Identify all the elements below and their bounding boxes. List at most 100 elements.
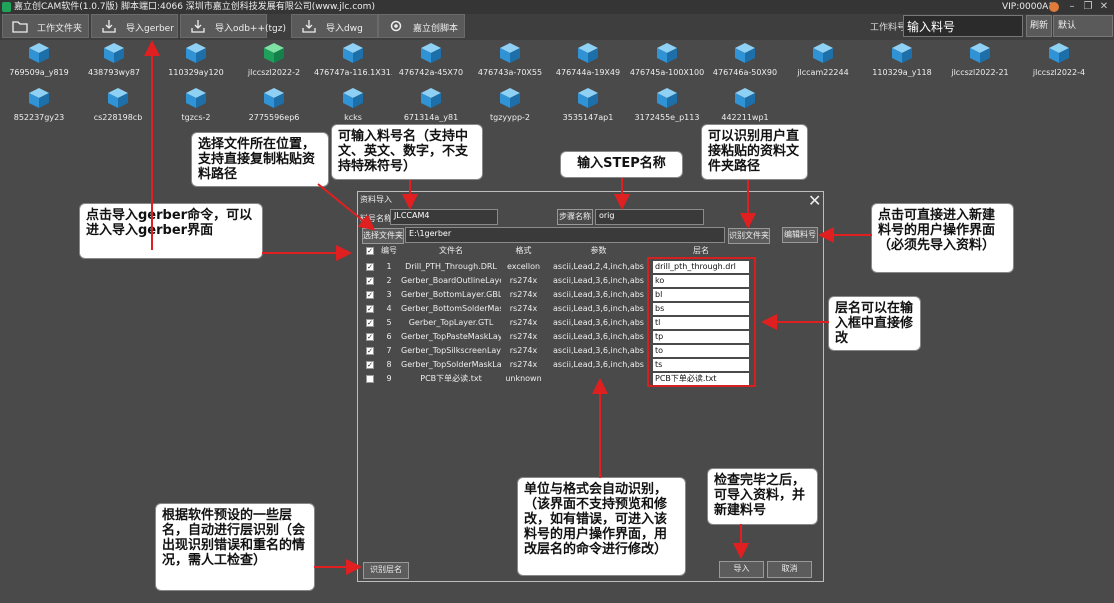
title-bar: 嘉立创CAM软件(1.0.7版) 脚本端口:4066 深圳市嘉立创科技发展有限公…: [0, 0, 1114, 14]
job-folder-item[interactable]: 852237gy23: [0, 87, 78, 127]
layer-name-highlight: [647, 257, 756, 387]
job-folder-item[interactable]: 476743a-70X55: [471, 42, 549, 82]
job-folder-name: kcks: [344, 113, 362, 122]
row-checkbox[interactable]: ✓: [363, 302, 377, 316]
job-folder-name: 110329ay120: [168, 68, 224, 77]
row-format: rs274x: [509, 276, 538, 285]
job-folder-item[interactable]: 476747a-116.1X31...: [314, 42, 392, 82]
job-folder-item[interactable]: 3172455e_p113: [628, 87, 706, 127]
job-folder-item[interactable]: jlccszl2022-2: [235, 42, 313, 82]
folder-icon: [12, 21, 28, 33]
job-input[interactable]: 输入料号: [903, 15, 1023, 37]
row-checkbox[interactable]: ✓: [363, 316, 377, 330]
job-folder-item[interactable]: 438793wy87: [75, 42, 153, 82]
header-params: 参数: [590, 246, 607, 255]
avatar[interactable]: [1049, 2, 1059, 12]
job-cube-icon: [657, 43, 677, 63]
job-folder-item[interactable]: 110329a_y118: [863, 42, 941, 82]
close-icon[interactable]: ✕: [808, 191, 821, 210]
job-folder-item[interactable]: jlccszl2022-21: [941, 42, 1019, 82]
path-input[interactable]: E:\1gerber: [405, 227, 725, 243]
row-params: ascii,Lead,2,4,inch,abs: [553, 262, 644, 271]
row-params: ascii,Lead,3,6,inch,abs: [553, 276, 644, 285]
gear-icon: [390, 20, 402, 32]
job-folder-name: tgzyypp-2: [489, 113, 530, 122]
select-all-checkbox[interactable]: ✓: [363, 244, 377, 258]
job-folder-item[interactable]: tgzcs-2: [157, 87, 235, 127]
job-folder-item[interactable]: 476744a-19X49: [549, 42, 627, 82]
job-cube-icon: [264, 43, 284, 63]
work-folder-button[interactable]: 工作文件夹: [2, 14, 89, 38]
job-folder-item[interactable]: tgzyypp-2: [471, 87, 549, 127]
row-checkbox[interactable]: ✓: [363, 274, 377, 288]
choose-folder-button[interactable]: 选择文件夹: [362, 228, 404, 244]
job-folder-item[interactable]: 476742a-45X70: [392, 42, 470, 82]
job-folder-item[interactable]: jlccszl2022-4: [1020, 42, 1098, 82]
callout-job-name: 可输入料号名（支持中文、英文、数字，不支持特殊符号）: [332, 125, 482, 179]
callout-edit-job: 点击可直接进入新建料号的用户操作界面（必须先导入资料）: [872, 204, 1013, 272]
job-folder-item[interactable]: 110329ay120: [157, 42, 235, 82]
close-icon[interactable]: ✕: [1097, 0, 1111, 14]
job-name-input[interactable]: JLCCAM4: [390, 209, 498, 225]
row-filename: Gerber_TopSolderMaskLa...: [401, 360, 501, 369]
job-folder-item[interactable]: kcks: [314, 87, 392, 127]
row-index: 2: [386, 276, 392, 285]
row-params: ascii,Lead,3,6,inch,abs: [553, 290, 644, 299]
identify-layers-button[interactable]: 识别层名: [363, 562, 409, 579]
vip-label: VIP:0000A1: [1002, 2, 1055, 12]
identify-folder-button[interactable]: 识别文件夹: [728, 228, 770, 244]
import-odb-button[interactable]: 导入odb++(tgz): [180, 14, 286, 38]
job-cube-icon: [892, 43, 912, 63]
default-button[interactable]: 默认: [1053, 15, 1113, 37]
job-folder-name: jlccszl2022-21: [951, 68, 1009, 77]
row-checkbox[interactable]: ✓: [363, 358, 377, 372]
job-folder-name: 2775596ep6: [248, 113, 300, 122]
job-folder-name: 476742a-45X70: [398, 68, 464, 77]
job-folder-item[interactable]: 476745a-100X100: [628, 42, 706, 82]
row-format: excellon: [506, 262, 541, 271]
import-gerber-button[interactable]: 导入gerber: [91, 14, 178, 38]
row-filename: Gerber_TopLayer.GTL: [408, 318, 494, 327]
job-cube-icon: [29, 43, 49, 63]
row-checkbox[interactable]: ✓: [363, 344, 377, 358]
step-name-input[interactable]: orig: [595, 209, 704, 225]
row-params: ascii,Lead,3,6,inch,abs: [553, 318, 644, 327]
job-folder-item[interactable]: 671314a_y81: [392, 87, 470, 127]
job-cube-icon: [421, 88, 441, 108]
job-folder-item[interactable]: jlccam22244: [784, 42, 862, 82]
job-cube-icon: [343, 88, 363, 108]
job-cube-icon: [421, 43, 441, 63]
row-index: 5: [386, 318, 392, 327]
row-checkbox[interactable]: ✓: [363, 260, 377, 274]
row-filename: PCB下单必读.txt: [420, 374, 482, 383]
refresh-button[interactable]: 刷新: [1026, 15, 1052, 37]
row-checkbox[interactable]: ✓: [363, 330, 377, 344]
jlc-script-button[interactable]: 嘉立创脚本: [378, 14, 465, 38]
import-icon: [102, 20, 116, 33]
row-params: ascii,Lead,3,6,inch,abs: [553, 360, 644, 369]
row-filename: Drill_PTH_Through.DRL: [405, 262, 497, 271]
row-checkbox[interactable]: [363, 372, 377, 386]
job-folder-item[interactable]: 769509a_y819: [0, 42, 78, 82]
row-index: 4: [386, 304, 392, 313]
job-folder-name: 476747a-116.1X31...: [314, 68, 392, 77]
row-index: 3: [386, 290, 392, 299]
job-folder-item[interactable]: 442211wp1: [706, 87, 784, 127]
row-checkbox[interactable]: ✓: [363, 288, 377, 302]
job-folder-item[interactable]: 3535147ap1: [549, 87, 627, 127]
import-dwg-button[interactable]: 导入dwg: [291, 14, 378, 38]
edit-job-button[interactable]: 编辑料号: [782, 227, 818, 243]
row-index: 9: [386, 374, 392, 383]
row-format: rs274x: [509, 290, 538, 299]
cancel-button[interactable]: 取消: [767, 561, 812, 578]
restore-icon[interactable]: ❐: [1081, 0, 1095, 14]
row-format: rs274x: [509, 360, 538, 369]
job-folder-item[interactable]: cs228198cb: [79, 87, 157, 127]
job-cube-icon: [104, 43, 124, 63]
import-icon: [302, 20, 316, 33]
job-folder-item[interactable]: 2775596ep6: [235, 87, 313, 127]
callout-identify-folder: 可以识别用户直接粘贴的资料文件夹路径: [702, 125, 807, 179]
minimize-icon[interactable]: –: [1065, 0, 1079, 14]
job-folder-item[interactable]: 476746a-50X90: [706, 42, 784, 82]
import-button[interactable]: 导入: [719, 561, 764, 578]
